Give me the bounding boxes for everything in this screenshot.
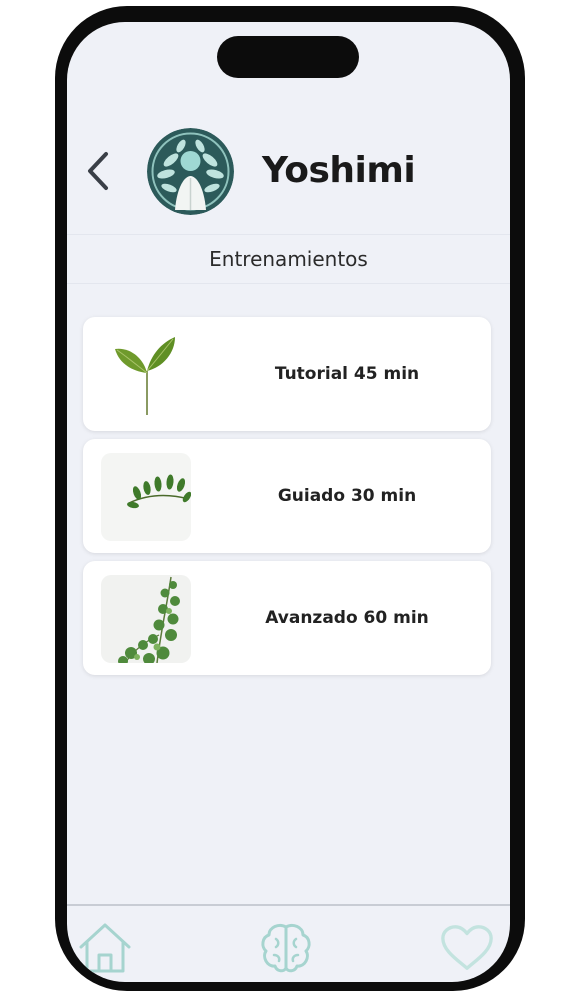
training-label: Guiado 30 min xyxy=(277,486,417,506)
training-thumbnail xyxy=(101,575,191,663)
bottom-navigation xyxy=(67,904,510,982)
app-screen: Yoshimi Entrenamientos Tutorial 45 min G… xyxy=(67,22,510,982)
app-title: Yoshimi xyxy=(262,150,416,191)
nav-brain-button[interactable] xyxy=(258,920,314,976)
phone-notch xyxy=(217,36,359,78)
sprout-icon xyxy=(101,331,191,419)
yoshimi-leaf-logo-icon xyxy=(147,128,234,215)
brain-icon xyxy=(261,923,311,973)
nav-favorites-button[interactable] xyxy=(439,920,495,976)
training-card-advanced[interactable]: Avanzado 60 min xyxy=(83,561,491,675)
training-label: Avanzado 60 min xyxy=(265,608,429,628)
section-title: Entrenamientos xyxy=(209,247,368,271)
app-logo xyxy=(147,128,234,215)
section-header: Entrenamientos xyxy=(67,234,510,284)
leafy-branch-icon xyxy=(101,453,191,541)
training-card-guided[interactable]: Guiado 30 min xyxy=(83,439,491,553)
eucalyptus-icon xyxy=(101,575,191,663)
home-icon xyxy=(79,923,131,973)
phone-frame: Yoshimi Entrenamientos Tutorial 45 min G… xyxy=(55,6,525,991)
training-card-tutorial[interactable]: Tutorial 45 min xyxy=(83,317,491,431)
chevron-left-icon xyxy=(88,152,108,190)
back-button[interactable] xyxy=(81,149,115,193)
training-label: Tutorial 45 min xyxy=(274,364,420,384)
training-thumbnail xyxy=(101,331,191,419)
training-thumbnail xyxy=(101,453,191,541)
heart-icon xyxy=(441,925,493,970)
nav-home-button[interactable] xyxy=(77,920,133,976)
